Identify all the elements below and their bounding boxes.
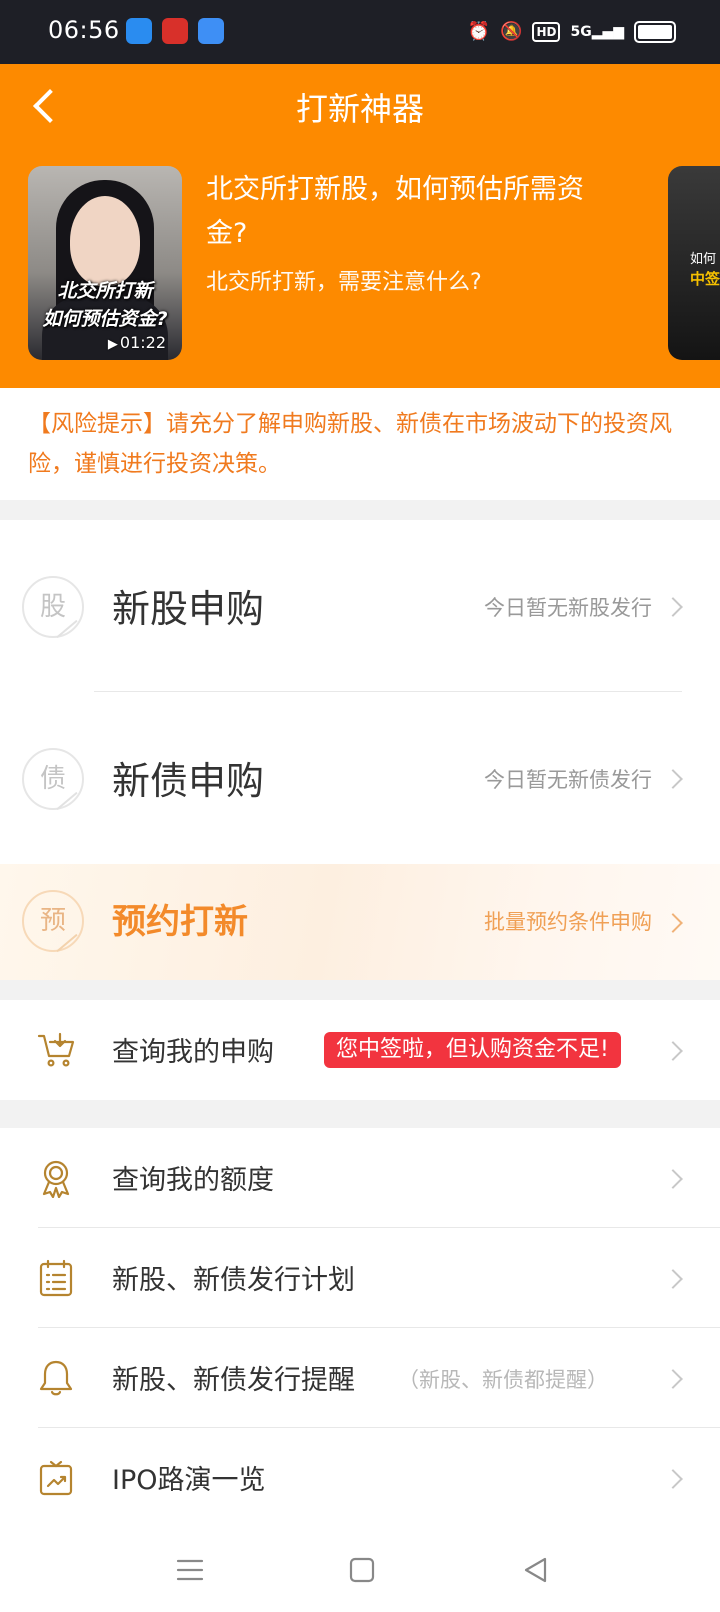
- reserve-subscribe-row[interactable]: 预 预约打新 批量预约条件申购: [0, 864, 720, 980]
- browser-app-icon: [198, 18, 224, 44]
- new-stock-label: 新股申购: [112, 587, 265, 631]
- next-video-caption1: 如何: [690, 252, 717, 267]
- weather-app-icon: [126, 18, 152, 44]
- signal-icon: 5G▂▄▆: [570, 24, 624, 40]
- hd-icon: HD: [532, 22, 561, 42]
- chevron-right-icon: [663, 1469, 683, 1489]
- issue-reminder-row[interactable]: 新股、新债发行提醒 （新股、新债都提醒）: [0, 1328, 720, 1428]
- chevron-right-icon: [663, 1369, 683, 1389]
- stock-icon: 股: [22, 576, 84, 638]
- bell-icon: [39, 1360, 73, 1396]
- medal-icon: [42, 1160, 70, 1198]
- chevron-right-icon: [663, 769, 683, 789]
- video-subtitle[interactable]: 北交所打新，需要注意什么?: [206, 264, 482, 296]
- duration-text: 01:22: [119, 333, 166, 352]
- chevron-right-icon: [663, 597, 683, 617]
- chevron-right-icon: [663, 1041, 683, 1061]
- chevron-right-icon: [663, 1269, 683, 1289]
- home-icon[interactable]: [342, 1550, 382, 1590]
- alarm-icon: ⏰: [467, 21, 491, 42]
- new-stock-status: 今日暂无新股发行: [484, 596, 652, 620]
- roadshow-chart-icon: [39, 1460, 73, 1496]
- alert-badge: 您中签啦，但认购资金不足!: [324, 1032, 621, 1068]
- new-bond-status: 今日暂无新债发行: [484, 768, 652, 792]
- back-triangle-icon[interactable]: [516, 1550, 556, 1590]
- status-time: 06:56: [48, 16, 120, 44]
- reserve-icon: 预: [22, 890, 84, 952]
- header: 打新神器 北交所打新 如何预估资金? ▶ 01:22 北交所打新股，如何预估所需资…: [0, 64, 720, 388]
- network-label: 5G: [570, 24, 592, 40]
- chevron-right-icon: [663, 913, 683, 933]
- issue-plan-label: 新股、新债发行计划: [112, 1265, 355, 1296]
- status-bar: 06:56 ⏰ 🔕 HD 5G▂▄▆: [0, 0, 720, 64]
- ipo-roadshow-row[interactable]: IPO路演一览: [0, 1428, 720, 1528]
- next-video-thumbnail[interactable]: 如何 中签: [668, 166, 720, 360]
- ipo-roadshow-label: IPO路演一览: [112, 1465, 266, 1496]
- my-subscription-row[interactable]: 查询我的申购 您中签啦，但认购资金不足!: [0, 1000, 720, 1100]
- battery-icon: [634, 21, 676, 43]
- new-bond-label: 新债申购: [112, 759, 265, 803]
- status-icons: ⏰ 🔕 HD 5G▂▄▆: [468, 18, 676, 46]
- subscription-section: 股 新股申购 今日暂无新股发行 债 新债申购 今日暂无新债发行 预 预约打新 批…: [0, 520, 720, 980]
- video-caption-line1: 北交所打新: [57, 280, 153, 302]
- tools-list: 查询我的额度 新股、新债发行计划 新股、新债发行提醒 （新股、新债都提醒） IP…: [0, 1128, 720, 1528]
- new-stock-subscribe-row[interactable]: 股 新股申购 今日暂无新股发行: [0, 520, 720, 692]
- cart-download-icon: [37, 1032, 75, 1067]
- new-bond-subscribe-row[interactable]: 债 新债申购 今日暂无新债发行: [0, 692, 720, 864]
- bond-icon: 债: [22, 748, 84, 810]
- video-duration: ▶ 01:22: [108, 333, 166, 352]
- my-subscription-label: 查询我的申购: [112, 1037, 274, 1068]
- calendar-list-icon: [39, 1259, 73, 1297]
- issue-plan-row[interactable]: 新股、新债发行计划: [0, 1228, 720, 1328]
- notification-app-icon: [162, 18, 188, 44]
- next-video-caption2: 中签: [690, 270, 720, 288]
- presenter-face: [70, 196, 140, 286]
- reserve-label: 预约打新: [112, 902, 248, 942]
- menu-icon[interactable]: [170, 1550, 210, 1590]
- issue-reminder-label: 新股、新债发行提醒: [112, 1365, 355, 1396]
- risk-notice: 【风险提示】请充分了解申购新股、新债在市场波动下的投资风险，谨慎进行投资决策。: [0, 388, 720, 500]
- mute-icon: 🔕: [500, 21, 523, 42]
- play-icon: ▶: [107, 337, 118, 352]
- page-title: 打新神器: [295, 90, 424, 128]
- video-caption-line2: 如何预估资金?: [42, 308, 168, 330]
- system-nav-bar: [0, 1528, 720, 1612]
- video-thumbnail[interactable]: 北交所打新 如何预估资金? ▶ 01:22: [28, 166, 182, 360]
- query-quota-row[interactable]: 查询我的额度: [0, 1128, 720, 1228]
- query-quota-label: 查询我的额度: [112, 1165, 274, 1196]
- video-title[interactable]: 北交所打新股，如何预估所需资金?: [206, 168, 586, 256]
- reminder-hint: （新股、新债都提醒）: [398, 1368, 608, 1392]
- chevron-right-icon: [663, 1169, 683, 1189]
- reserve-status: 批量预约条件申购: [484, 910, 652, 934]
